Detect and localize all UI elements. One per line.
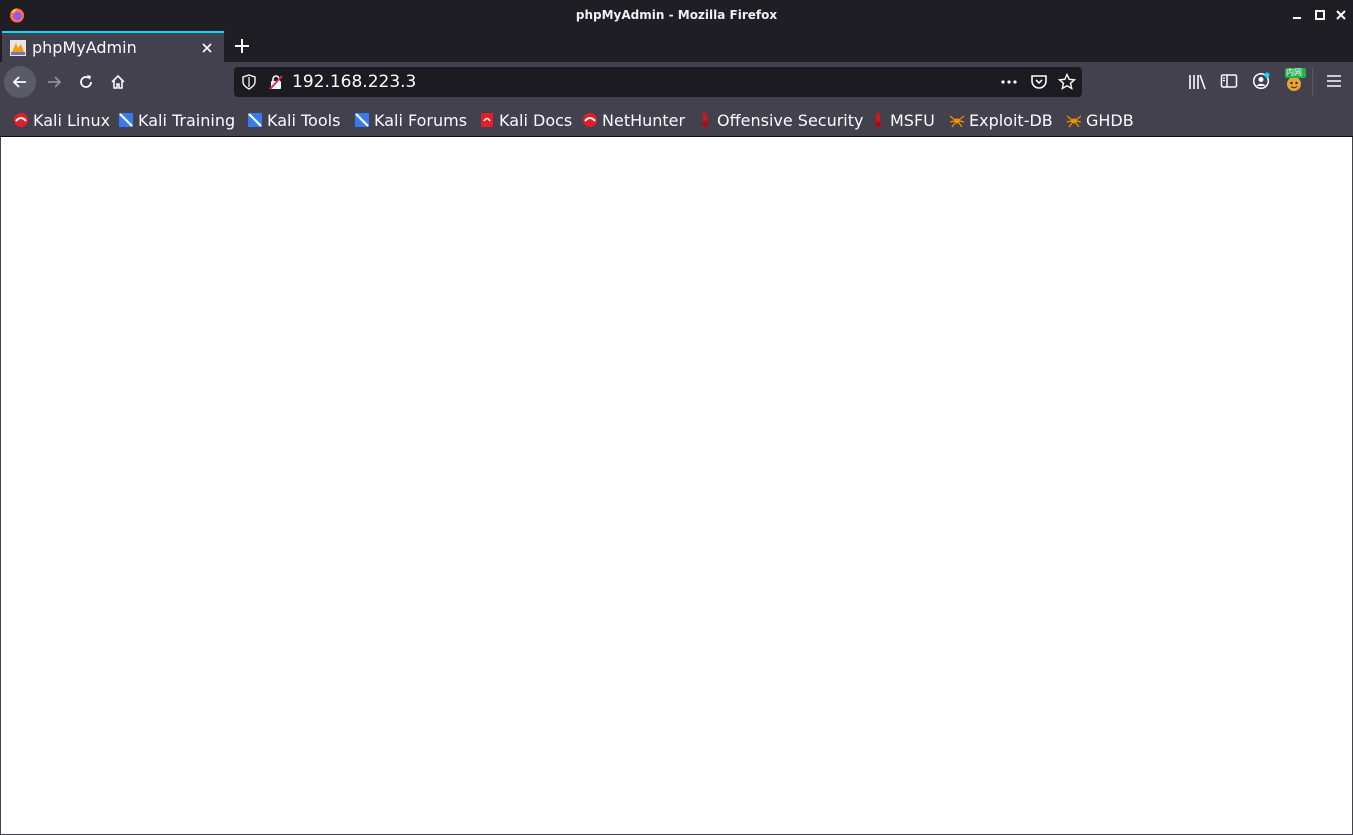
- bookmarks-toolbar: Kali Linux Kali Training Kali Tools Kali…: [0, 102, 1353, 137]
- kali-training-icon: [119, 113, 133, 127]
- kali-docs-icon: [481, 113, 493, 127]
- bookmark-ghdb[interactable]: GHDB: [1066, 109, 1134, 131]
- bookmark-kali-forums[interactable]: Kali Forums: [354, 109, 467, 131]
- extension-badge: 内网: [1286, 68, 1302, 77]
- bookmark-kali-linux[interactable]: Kali Linux: [13, 109, 110, 131]
- bookmark-kali-training[interactable]: Kali Training: [118, 109, 235, 131]
- kali-forums-icon: [355, 113, 369, 127]
- bookmark-label: Kali Training: [138, 110, 236, 130]
- tab-strip: phpMyAdmin: [0, 30, 1353, 62]
- url-text[interactable]: 192.168.223.3: [292, 72, 416, 92]
- ghdb-icon: [1066, 115, 1082, 128]
- exploitdb-icon: [949, 115, 965, 128]
- tab-phpmyadmin[interactable]: phpMyAdmin: [2, 31, 224, 62]
- offsec-icon: [702, 113, 708, 128]
- maximize-icon[interactable]: [1313, 8, 1327, 22]
- address-bar[interactable]: 192.168.223.3: [234, 67, 1082, 97]
- kali-tools-icon: [248, 113, 262, 127]
- account-icon[interactable]: [1252, 72, 1270, 90]
- msfu-icon: [875, 113, 881, 128]
- pocket-icon[interactable]: [1030, 73, 1048, 91]
- nav-toolbar: 192.168.223.3 内网: [0, 62, 1353, 102]
- page-content[interactable]: [0, 137, 1353, 835]
- library-icon[interactable]: [1187, 72, 1207, 92]
- back-arrow-icon: [12, 76, 26, 88]
- bookmark-label: Kali Tools: [267, 110, 341, 130]
- insecure-lock-icon[interactable]: [268, 74, 284, 90]
- phpmyadmin-favicon-icon: [10, 40, 26, 56]
- extension-button[interactable]: 内网: [1284, 67, 1306, 95]
- bookmark-label: Kali Forums: [374, 110, 468, 130]
- window-title: phpMyAdmin - Mozilla Firefox: [575, 8, 778, 22]
- reload-icon: [80, 75, 92, 88]
- bookmark-label: Offensive Security: [717, 110, 864, 130]
- new-tab-icon[interactable]: [232, 36, 252, 56]
- sidebar-icon[interactable]: [1220, 72, 1238, 90]
- bookmark-exploit-db[interactable]: Exploit-DB: [949, 109, 1053, 131]
- forward-arrow-icon: [48, 76, 62, 88]
- home-button[interactable]: [102, 66, 134, 98]
- close-window-icon[interactable]: [1334, 8, 1348, 22]
- home-icon: [111, 74, 125, 89]
- kali-icon: [14, 113, 28, 127]
- hamburger-menu-icon[interactable]: [1325, 72, 1343, 90]
- bookmark-label: GHDB: [1086, 110, 1134, 130]
- reload-button[interactable]: [70, 66, 102, 98]
- bookmark-kali-docs[interactable]: Kali Docs: [479, 109, 572, 131]
- bookmark-star-icon[interactable]: [1058, 73, 1076, 91]
- bookmark-kali-tools[interactable]: Kali Tools: [247, 109, 340, 131]
- bookmark-msfu[interactable]: MSFU: [870, 109, 935, 131]
- nethunter-icon: [583, 113, 597, 127]
- tracking-protection-shield-icon[interactable]: [242, 74, 256, 90]
- back-button[interactable]: [4, 66, 36, 98]
- bookmark-label: MSFU: [890, 110, 935, 130]
- page-actions-more-icon[interactable]: [1000, 73, 1018, 91]
- forward-button[interactable]: [38, 66, 70, 98]
- minimize-icon[interactable]: [1290, 8, 1304, 22]
- bookmark-nethunter[interactable]: NetHunter: [582, 109, 685, 131]
- close-tab-icon[interactable]: [199, 40, 215, 56]
- bookmark-offensive-security[interactable]: Offensive Security: [697, 109, 863, 131]
- bookmark-label: Kali Linux: [33, 110, 111, 130]
- bookmark-label: Kali Docs: [499, 110, 573, 130]
- toolbar-separator: [1312, 68, 1313, 96]
- bookmark-label: NetHunter: [602, 110, 686, 130]
- window-titlebar: phpMyAdmin - Mozilla Firefox: [0, 0, 1353, 30]
- tab-title: phpMyAdmin: [32, 38, 137, 57]
- bookmark-label: Exploit-DB: [969, 110, 1053, 130]
